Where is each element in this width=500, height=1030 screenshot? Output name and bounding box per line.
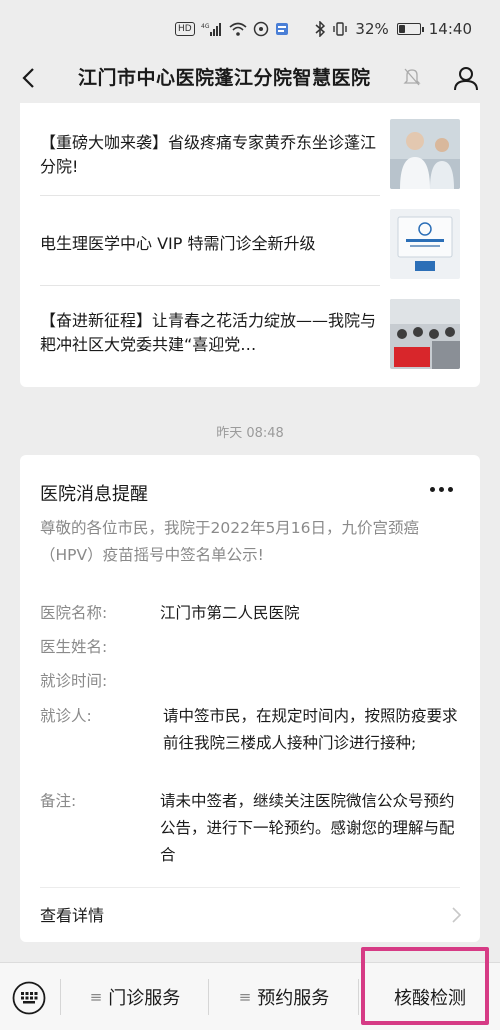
divider bbox=[40, 887, 460, 888]
svg-text:4G: 4G bbox=[201, 23, 210, 30]
article-item[interactable]: 【重磅大咖来袭】省级疼痛专家黄乔东坐诊蓬江分院! bbox=[20, 109, 480, 199]
more-dots-icon bbox=[430, 486, 435, 492]
back-button[interactable] bbox=[14, 62, 42, 94]
profile-button[interactable] bbox=[450, 62, 482, 94]
wifi-icon bbox=[229, 20, 247, 38]
battery-icon bbox=[396, 23, 424, 35]
keyboard-icon bbox=[12, 981, 46, 1015]
divider bbox=[358, 979, 359, 1015]
status-bar: HD 4G 32% 14:40 bbox=[0, 0, 500, 56]
more-options-button[interactable] bbox=[430, 479, 460, 499]
person-icon bbox=[454, 67, 478, 91]
chevron-right-icon bbox=[450, 906, 462, 924]
submenu-lines-icon: ≡ bbox=[238, 988, 252, 1006]
menu-appointment-services[interactable]: ≡ 预约服务 bbox=[210, 963, 358, 1030]
menu-label: 门诊服务 bbox=[108, 988, 181, 1009]
message-timestamp: 昨天 08:48 bbox=[216, 426, 284, 441]
divider bbox=[60, 979, 61, 1015]
submenu-lines-icon: ≡ bbox=[89, 988, 103, 1006]
hd-badge: HD bbox=[175, 22, 195, 36]
divider bbox=[40, 195, 380, 196]
bell-muted-icon bbox=[403, 67, 421, 89]
group-photo bbox=[390, 299, 460, 369]
clinic-sign-photo bbox=[390, 209, 460, 279]
divider bbox=[208, 979, 209, 1015]
battery-percent: 32% bbox=[355, 20, 389, 38]
article-item[interactable]: 电生理医学中心 VIP 特需门诊全新升级 bbox=[20, 199, 480, 289]
notice-title: 医院消息提醒 bbox=[40, 484, 148, 505]
divider bbox=[40, 285, 380, 286]
field-value-hospital: 江门市第二人民医院 bbox=[160, 604, 300, 622]
menu-label: 核酸检测 bbox=[394, 988, 466, 1009]
status-right-icons: 32% 14:40 bbox=[315, 20, 472, 38]
view-detail-link[interactable]: 查看详情 bbox=[40, 902, 104, 926]
more-dots-icon bbox=[448, 486, 453, 492]
article-item[interactable]: 【奋进新征程】让青春之花活力绽放——我院与耙冲社区大党委共建“喜迎党… bbox=[20, 289, 480, 379]
field-label-patient: 就诊人: bbox=[40, 707, 92, 725]
notice-card[interactable]: 医院消息提醒 尊敬的各位市民，我院于2022年5月16日，九价宫颈癌（HPV）疫… bbox=[20, 455, 480, 942]
more-dots-icon bbox=[439, 486, 444, 492]
battery-fill bbox=[398, 25, 405, 33]
notice-description: 尊敬的各位市民，我院于2022年5月16日，九价宫颈癌（HPV）疫苗摇号中签名单… bbox=[40, 519, 420, 564]
field-label-remark: 备注: bbox=[40, 792, 77, 810]
field-value-patient: 请中签市民，在规定时间内，按照防疫要求前往我院三楼成人接种门诊进行接种; bbox=[163, 707, 458, 752]
field-label-visit-time: 就诊时间: bbox=[40, 672, 108, 690]
status-left-icons: HD 4G bbox=[175, 20, 289, 38]
article-title: 【重磅大咖来袭】省级疼痛专家黄乔东坐诊蓬江分院! bbox=[40, 133, 377, 176]
article-title: 【奋进新征程】让青春之花活力绽放——我院与耙冲社区大党委共建“喜迎党… bbox=[40, 311, 377, 354]
menu-label: 预约服务 bbox=[257, 988, 330, 1009]
menu-nucleic-acid-test[interactable]: 核酸检测 bbox=[360, 963, 500, 1030]
keyboard-toggle-button[interactable] bbox=[12, 981, 46, 1015]
app-notification-icon bbox=[275, 20, 289, 38]
article-card: 【重磅大咖来袭】省级疼痛专家黄乔东坐诊蓬江分院! 电生理医学中心 VIP 特需门… bbox=[20, 103, 480, 387]
signal-icon: 4G bbox=[201, 20, 223, 38]
chevron-left-icon bbox=[22, 68, 34, 88]
hotspot-icon bbox=[253, 20, 269, 38]
field-label-hospital: 医院名称: bbox=[40, 604, 108, 622]
bottom-menu: ≡ 门诊服务 ≡ 预约服务 核酸检测 bbox=[0, 962, 500, 1030]
clock: 14:40 bbox=[428, 20, 472, 38]
article-title: 电生理医学中心 VIP 特需门诊全新升级 bbox=[40, 234, 316, 253]
bluetooth-icon bbox=[315, 20, 326, 38]
field-value-remark: 请未中签者，继续关注医院微信公众号预约公告，进行下一轮预约。感谢您的理解与配合 bbox=[160, 792, 455, 864]
nav-header: 江门市中心医院蓬江分院智慧医院 bbox=[0, 56, 500, 100]
field-label-doctor: 医生姓名: bbox=[40, 638, 108, 656]
vibrate-icon bbox=[333, 20, 348, 38]
menu-outpatient-services[interactable]: ≡ 门诊服务 bbox=[62, 963, 208, 1030]
doctor-photo bbox=[390, 119, 460, 189]
page-title: 江门市中心医院蓬江分院智慧医院 bbox=[78, 67, 371, 89]
